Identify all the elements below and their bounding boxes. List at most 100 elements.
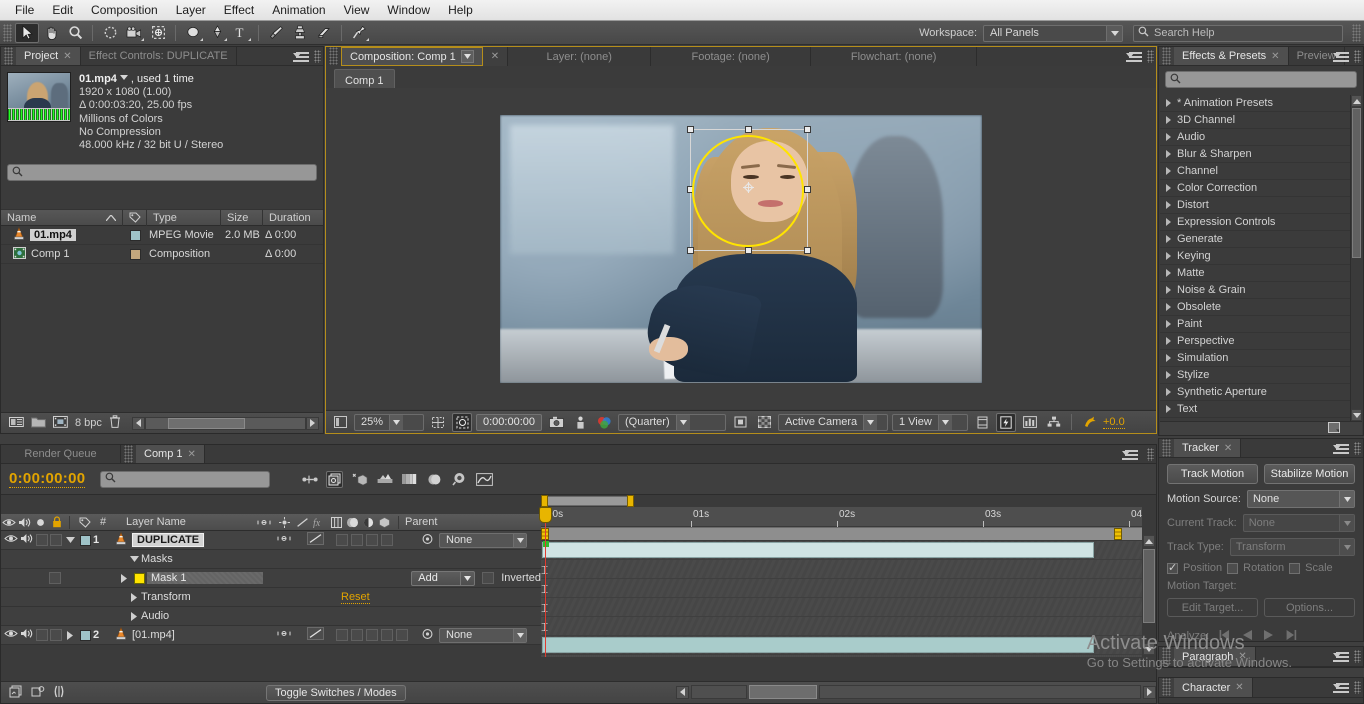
mask-inverted-checkbox[interactable] bbox=[482, 572, 495, 584]
layer-switches-icon[interactable] bbox=[31, 685, 45, 701]
timeline-layer-row-2[interactable]: 2 [01.mp4] None bbox=[1, 626, 541, 645]
mask-mode-select[interactable]: Add bbox=[411, 570, 476, 586]
enable-frame-blending-icon[interactable] bbox=[376, 471, 393, 488]
chevron-right-icon[interactable] bbox=[1166, 286, 1171, 294]
chevron-right-icon[interactable] bbox=[1166, 303, 1171, 311]
timeline-search-input[interactable] bbox=[100, 470, 271, 488]
workspace-select[interactable]: All Panels bbox=[983, 24, 1123, 42]
bit-depth-label[interactable]: 8 bpc bbox=[75, 417, 102, 429]
scale-checkbox[interactable] bbox=[1289, 562, 1301, 574]
layer-2-label-swatch[interactable] bbox=[77, 629, 93, 641]
mask-lock-toggle[interactable] bbox=[49, 572, 61, 584]
new-composition-icon[interactable] bbox=[53, 415, 68, 431]
effects-category-row[interactable]: Stylize bbox=[1160, 367, 1350, 384]
tab-paragraph[interactable]: Paragraph ✕ bbox=[1174, 647, 1256, 666]
snapshot-icon[interactable] bbox=[546, 413, 566, 432]
effects-switch[interactable] bbox=[336, 534, 348, 546]
enable-motion-blur-icon[interactable] bbox=[401, 471, 418, 488]
clone-stamp-tool[interactable] bbox=[288, 23, 312, 43]
zoom-tool[interactable] bbox=[63, 23, 87, 43]
tab-tracker[interactable]: Tracker ✕ bbox=[1174, 439, 1242, 457]
video-visibility-icon[interactable] bbox=[4, 534, 18, 546]
graph-editor-icon[interactable] bbox=[476, 471, 494, 488]
chevron-right-icon[interactable] bbox=[1166, 320, 1171, 328]
effects-category-row[interactable]: Generate bbox=[1160, 231, 1350, 248]
parent-pickwhip-icon[interactable] bbox=[421, 628, 434, 643]
panel-menu-icon[interactable] bbox=[1333, 650, 1349, 663]
layer-1-clip-bar[interactable] bbox=[542, 542, 1094, 558]
exposure-reset-icon[interactable] bbox=[1079, 413, 1099, 432]
graph-editor-toggle-icon[interactable] bbox=[53, 685, 65, 701]
adjustment-switch[interactable] bbox=[381, 629, 393, 641]
pixel-aspect-correction-icon[interactable] bbox=[972, 413, 992, 432]
graph-editor-blur-icon[interactable] bbox=[426, 471, 443, 488]
motion-blur-switch[interactable] bbox=[366, 534, 378, 546]
timeline-current-time[interactable]: 0:00:00:00 bbox=[9, 470, 86, 488]
always-preview-this-view-icon[interactable] bbox=[330, 413, 350, 432]
timeline-navigator[interactable] bbox=[541, 495, 1142, 507]
scroll-right-icon[interactable] bbox=[1143, 685, 1156, 699]
tab-render-queue[interactable]: Render Queue bbox=[1, 445, 121, 463]
menu-item-effect[interactable]: Effect bbox=[215, 1, 263, 19]
resolution-select[interactable]: (Quarter) bbox=[618, 413, 726, 431]
effects-category-row[interactable]: Text bbox=[1160, 401, 1350, 418]
menu-item-layer[interactable]: Layer bbox=[167, 1, 215, 19]
camera-tool[interactable] bbox=[122, 23, 146, 43]
menu-item-window[interactable]: Window bbox=[378, 1, 439, 19]
current-track-select[interactable]: None bbox=[1242, 514, 1355, 532]
analyze-one-frame-backward-icon[interactable] bbox=[1219, 629, 1232, 643]
track-row-layer-2[interactable] bbox=[541, 636, 1142, 655]
chevron-right-icon[interactable] bbox=[1166, 354, 1171, 362]
work-area-bar[interactable] bbox=[541, 527, 1142, 541]
mask-1-name-cell[interactable]: Mask 1 bbox=[147, 572, 419, 584]
project-panel-grip[interactable] bbox=[314, 50, 321, 63]
tab-comp1-timeline[interactable]: Comp 1 ✕ bbox=[136, 445, 205, 463]
project-tab-grip[interactable] bbox=[4, 47, 13, 65]
effects-category-row[interactable]: Obsolete bbox=[1160, 299, 1350, 316]
track-row-mask-1[interactable]: ⌶ bbox=[541, 579, 1142, 598]
effects-category-row[interactable]: Noise & Grain bbox=[1160, 282, 1350, 299]
audio-expand-arrow[interactable] bbox=[127, 611, 141, 621]
type-tool[interactable]: T bbox=[229, 23, 253, 43]
project-horizontal-scrollbar[interactable] bbox=[131, 416, 319, 430]
tab-footage[interactable]: Footage: (none) bbox=[651, 47, 812, 66]
masks-group-row[interactable]: Masks bbox=[1, 550, 541, 569]
mask-1-row[interactable]: Mask 1 Add Inverted bbox=[1, 569, 541, 588]
tab-effect-controls[interactable]: Effect Controls: DUPLICATE bbox=[80, 47, 237, 65]
scroll-up-icon[interactable] bbox=[1351, 95, 1362, 107]
scroll-down-icon[interactable] bbox=[1351, 409, 1362, 421]
tab-character[interactable]: Character ✕ bbox=[1174, 678, 1253, 697]
chevron-right-icon[interactable] bbox=[1166, 371, 1171, 379]
chevron-right-icon[interactable] bbox=[1166, 405, 1171, 413]
effects-category-row[interactable]: Paint bbox=[1160, 316, 1350, 333]
puppet-pin-tool[interactable] bbox=[347, 23, 371, 43]
effects-category-row[interactable]: Blur & Sharpen bbox=[1160, 146, 1350, 163]
edit-target-button[interactable]: Edit Target... bbox=[1167, 598, 1258, 617]
eraser-tool[interactable] bbox=[312, 23, 336, 43]
character-tab-grip[interactable] bbox=[1162, 678, 1171, 696]
chevron-right-icon[interactable] bbox=[1166, 269, 1171, 277]
tracker-tab-grip[interactable] bbox=[1162, 439, 1171, 457]
new-folder-icon[interactable] bbox=[31, 416, 46, 431]
chevron-right-icon[interactable] bbox=[1166, 201, 1171, 209]
mask-1-name[interactable]: Mask 1 bbox=[147, 572, 263, 584]
close-icon[interactable]: ✕ bbox=[1235, 682, 1243, 693]
lock-toggle[interactable] bbox=[50, 629, 62, 641]
paragraph-tab-grip[interactable] bbox=[1162, 647, 1171, 665]
tab-close-composition[interactable]: ✕ bbox=[482, 47, 509, 66]
composition-frame[interactable] bbox=[500, 114, 982, 383]
rotation-checkbox[interactable] bbox=[1227, 562, 1239, 574]
layer-2-parent-select[interactable]: None bbox=[439, 627, 527, 643]
menu-item-animation[interactable]: Animation bbox=[263, 1, 334, 19]
frame-blend-switch[interactable] bbox=[351, 534, 363, 546]
region-of-interest-icon[interactable] bbox=[730, 413, 750, 432]
transparency-grid-icon[interactable] bbox=[754, 413, 774, 432]
grid-guides-icon[interactable] bbox=[428, 413, 448, 432]
layer-1-name[interactable]: DUPLICATE bbox=[130, 532, 206, 548]
effects-category-row[interactable]: Keying bbox=[1160, 248, 1350, 265]
chevron-right-icon[interactable] bbox=[1166, 116, 1171, 124]
panel-menu-icon[interactable] bbox=[1122, 448, 1138, 461]
interpret-footage-icon[interactable] bbox=[9, 416, 24, 431]
column-header-name[interactable]: Name bbox=[1, 209, 123, 226]
brainstorm-icon[interactable] bbox=[451, 471, 468, 488]
